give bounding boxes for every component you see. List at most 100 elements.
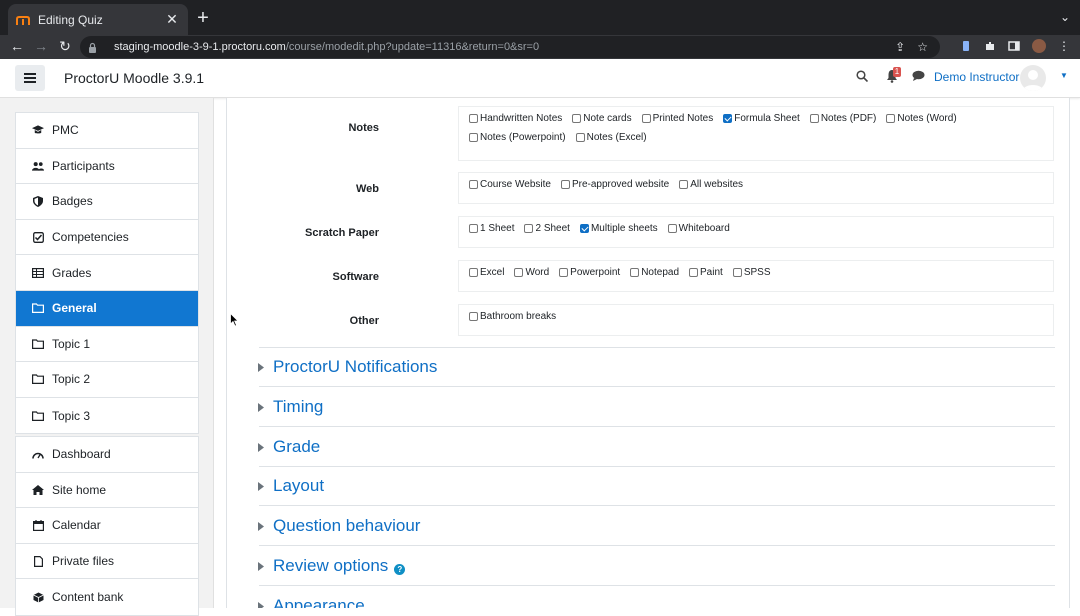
checkbox[interactable]	[469, 268, 478, 277]
checkbox[interactable]	[469, 224, 478, 233]
message-icon[interactable]	[912, 70, 925, 82]
checkbox-printed-notes[interactable]: Printed Notes	[641, 113, 713, 124]
url-host: staging-moodle-3-9-1.proctoru.com	[114, 41, 286, 53]
nav-item-content-bank[interactable]: Content bank	[16, 579, 198, 615]
share-icon[interactable]: ⇪	[895, 40, 905, 54]
checkbox[interactable]	[559, 268, 569, 277]
checkbox-1-sheet[interactable]: 1 Sheet	[469, 223, 514, 234]
checkbox-multiple-sheets[interactable]: Multiple sheets	[579, 223, 658, 234]
checkbox[interactable]	[732, 268, 742, 277]
checkbox[interactable]	[641, 114, 651, 123]
checkbox-powerpoint[interactable]: Powerpoint	[559, 267, 620, 278]
users-icon	[32, 160, 44, 172]
search-icon[interactable]	[856, 70, 868, 82]
checkbox-paint[interactable]: Paint	[689, 267, 723, 278]
checkbox-pre-approved-website[interactable]: Pre-approved website	[560, 179, 670, 190]
user-avatar[interactable]	[1020, 65, 1046, 91]
checkbox-label: Pre-approved website	[571, 179, 670, 190]
section-title: Grade	[273, 437, 321, 456]
tab-close-icon[interactable]: ✕	[164, 11, 180, 28]
checkbox[interactable]	[524, 224, 534, 233]
section-title: ProctorU Notifications	[273, 357, 438, 376]
section-grade[interactable]: Grade	[255, 430, 1055, 464]
nav-item-badges[interactable]: Badges	[16, 184, 198, 220]
section-timing[interactable]: Timing	[255, 390, 1055, 424]
nav-item-participants[interactable]: Participants	[16, 149, 198, 185]
checkbox-course-website[interactable]: Course Website	[469, 179, 551, 190]
nav-item-competencies[interactable]: Competencies	[16, 220, 198, 256]
scratch-paper-label: Scratch Paper	[305, 227, 379, 239]
drawer-toggle-button[interactable]	[15, 65, 45, 91]
checkbox-excel[interactable]: Excel	[469, 267, 504, 278]
section-review-options[interactable]: Review options ?	[255, 549, 1055, 583]
checkbox[interactable]	[560, 180, 570, 189]
checkbox-label: Notepad	[641, 267, 680, 278]
checkbox[interactable]	[469, 180, 478, 189]
checkbox-notes-powerpoint[interactable]: Notes (Powerpoint)	[469, 132, 566, 143]
side-panel-icon[interactable]	[1008, 40, 1020, 52]
checkbox[interactable]	[723, 114, 733, 123]
checkbox-2-sheet[interactable]: 2 Sheet	[524, 223, 570, 234]
checkbox-notes-pdf[interactable]: Notes (PDF)	[809, 113, 876, 124]
checkbox-label: Word	[525, 267, 550, 278]
url-path: /course/modedit.php?update=11316&return=…	[285, 41, 540, 53]
profile-avatar[interactable]	[1032, 39, 1046, 53]
graduation-cap-icon	[32, 124, 44, 136]
extension-icon[interactable]	[960, 40, 972, 52]
nav-item-topic-1[interactable]: Topic 1	[16, 327, 198, 363]
forward-icon[interactable]: →	[32, 38, 50, 54]
tab-search-icon[interactable]: ⌄	[1060, 10, 1070, 24]
checkbox-whiteboard[interactable]: Whiteboard	[667, 223, 730, 234]
checkbox[interactable]	[809, 114, 819, 123]
nav-item-calendar[interactable]: Calendar	[16, 508, 198, 544]
help-icon[interactable]: ?	[394, 563, 406, 575]
checkbox-handwritten-notes[interactable]: Handwritten Notes	[469, 113, 562, 124]
checkbox-note-cards[interactable]: Note cards	[572, 113, 632, 124]
checkbox-notes-excel[interactable]: Notes (Excel)	[575, 132, 647, 143]
checkbox[interactable]	[469, 312, 478, 321]
nav-item-site-home[interactable]: Site home	[16, 473, 198, 509]
section-appearance[interactable]: Appearance	[255, 589, 1055, 608]
section-question-behaviour[interactable]: Question behaviour	[255, 509, 1055, 543]
nav-item-topic-2[interactable]: Topic 2	[16, 362, 198, 398]
checkbox[interactable]	[679, 180, 689, 189]
browser-tab[interactable]: Editing Quiz ✕	[8, 4, 188, 35]
address-bar[interactable]: staging-moodle-3-9-1.proctoru.com/course…	[80, 36, 940, 58]
checkbox-spss[interactable]: SPSS	[732, 267, 771, 278]
browser-menu-icon[interactable]: ⋮	[1058, 39, 1070, 53]
lock-icon[interactable]	[88, 42, 102, 53]
user-menu-name[interactable]: Demo Instructor	[934, 70, 1019, 84]
nav-item-private-files[interactable]: Private files	[16, 544, 198, 580]
checkbox[interactable]	[579, 224, 589, 233]
bookmark-star-icon[interactable]: ☆	[917, 40, 928, 54]
reload-icon[interactable]: ↻	[56, 38, 74, 55]
checkbox-notes-word[interactable]: Notes (Word)	[886, 113, 957, 124]
checkbox[interactable]	[572, 114, 582, 123]
checkbox[interactable]	[689, 268, 699, 277]
checkbox[interactable]	[514, 268, 524, 277]
nav-item-pmc[interactable]: PMC	[16, 113, 198, 149]
checkbox-bathroom-breaks[interactable]: Bathroom breaks	[469, 311, 556, 322]
checkbox[interactable]	[886, 114, 896, 123]
section-proctoru-notifications[interactable]: ProctorU Notifications	[255, 350, 1055, 384]
checkbox[interactable]	[667, 224, 677, 233]
checkbox[interactable]	[469, 133, 478, 142]
nav-item-grades[interactable]: Grades	[16, 255, 198, 291]
checkbox-notepad[interactable]: Notepad	[630, 267, 679, 278]
checkbox-formula-sheet[interactable]: Formula Sheet	[723, 113, 800, 124]
section-layout[interactable]: Layout	[255, 469, 1055, 503]
site-name[interactable]: ProctorU Moodle 3.9.1	[64, 70, 204, 86]
nav-item-topic-3[interactable]: Topic 3	[16, 398, 198, 434]
nav-item-general[interactable]: General	[16, 290, 198, 327]
back-icon[interactable]: ←	[8, 38, 26, 54]
puzzle-icon[interactable]	[984, 40, 996, 52]
nav-item-dashboard[interactable]: Dashboard	[16, 437, 198, 473]
checkbox[interactable]	[469, 114, 478, 123]
chevron-down-icon[interactable]: ▼	[1060, 71, 1068, 80]
new-tab-button[interactable]: +	[194, 8, 212, 28]
checkbox-word[interactable]: Word	[514, 267, 549, 278]
checkbox-all-websites[interactable]: All websites	[679, 179, 743, 190]
checkbox[interactable]	[575, 133, 585, 142]
url-text: staging-moodle-3-9-1.proctoru.com/course…	[114, 41, 539, 53]
checkbox[interactable]	[630, 268, 640, 277]
